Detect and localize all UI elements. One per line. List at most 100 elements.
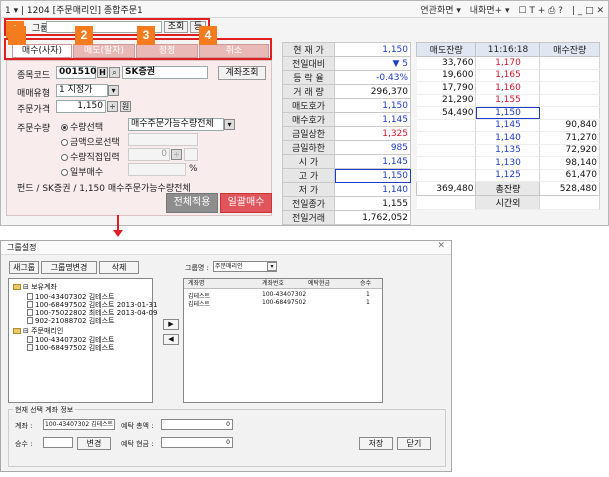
quote-row: 전일거래 1,762,052 xyxy=(282,210,411,225)
price-stepper[interactable]: ÷ xyxy=(107,101,118,112)
group-settings-dialog: 그룹설정 ✕ 새그룹 그룹명변경 삭제 ⊟ 보유계좌 100-43407302 김… xyxy=(0,240,452,472)
account-icon xyxy=(27,293,33,300)
account-query-button[interactable]: 계좌조회 xyxy=(218,66,266,80)
quote-label: 전일거래 xyxy=(282,210,335,225)
new-group-button[interactable]: 새그룹 xyxy=(9,261,39,274)
quote-label: 현 재 가 xyxy=(282,42,335,57)
stock-name-field: SK증권 xyxy=(122,66,208,79)
quote-label: 시 가 xyxy=(282,154,335,169)
account-tree[interactable]: ⊟ 보유계좌 100-43407302 김테스트 100-68497502 김테스트… xyxy=(8,278,157,403)
search-icon[interactable]: ⌕ xyxy=(109,67,120,78)
folder-icon xyxy=(13,284,21,290)
quote-value: 1,150 xyxy=(334,168,411,183)
bid-row[interactable]: 1,130 98,140 xyxy=(416,156,600,170)
quote-value: 985 xyxy=(334,140,411,155)
quote-row: 저 가 1,140 xyxy=(282,182,411,197)
tab-buy[interactable]: 매수(사자) xyxy=(12,44,72,58)
grid-cell-multiplier: 1 xyxy=(366,299,370,306)
quote-row: 매도호가 1,150 xyxy=(282,98,411,113)
ask-empty xyxy=(539,94,600,107)
close-icon[interactable]: ✕ xyxy=(437,241,445,251)
tab-cancel[interactable]: 취소 xyxy=(199,44,269,58)
qty-extra-field[interactable] xyxy=(184,148,198,161)
tree-folder[interactable]: ⊟ 보유계좌 xyxy=(13,282,57,292)
quote-label: 거 래 량 xyxy=(282,84,335,99)
tree-account[interactable]: 902-21088702 김테스트 xyxy=(27,316,115,326)
my-screen-menu[interactable]: 내화면+ ▾ xyxy=(470,6,510,16)
quote-row: 현 재 가 1,150 xyxy=(282,42,411,57)
apply-all-button[interactable]: 전체적용 xyxy=(166,193,218,213)
radio-off-icon xyxy=(61,139,68,146)
rename-group-button[interactable]: 그룹명변경 xyxy=(41,261,97,274)
toolbar-icons[interactable]: ☐ T + ⎙ ? xyxy=(518,6,563,16)
query-button[interactable]: 조회 xyxy=(164,21,188,33)
save-button[interactable]: 저장 xyxy=(359,437,393,450)
badge-2: 2 xyxy=(75,26,93,45)
arrow-down-icon xyxy=(113,230,123,237)
ask-row[interactable]: 17,790 1,160 xyxy=(416,81,600,95)
info-title: 현재 선택 계좌 정보 xyxy=(13,405,76,415)
account-icon xyxy=(27,301,33,308)
total-bid: 528,480 xyxy=(539,181,600,196)
window-controls[interactable]: | _ □ ✕ xyxy=(572,6,604,16)
orderbook-header: 매도잔량 11:16:18 매수잔량 xyxy=(415,42,600,57)
price-input[interactable]: 1,150 xyxy=(56,100,106,113)
amount-input[interactable] xyxy=(128,133,198,146)
quote-value: 1,145 xyxy=(334,154,411,169)
quote-label: 전일대비 xyxy=(282,56,335,71)
ask-row[interactable]: 54,490 1,150 xyxy=(416,106,600,120)
code-input[interactable]: 001510 xyxy=(56,66,97,79)
qty-stepper[interactable]: ÷ xyxy=(171,149,182,160)
radio-direct-qty[interactable]: 수량직접입력 xyxy=(61,150,120,163)
ask-qty: 54,490 xyxy=(416,106,477,120)
move-left-button[interactable]: ◀ xyxy=(163,334,179,345)
bid-price: 1,130 xyxy=(475,156,541,170)
chevron-down-icon[interactable]: ▾ xyxy=(267,262,277,271)
bid-row[interactable]: 1,135 72,920 xyxy=(416,144,600,157)
linked-screen-menu[interactable]: 연관화면 ▾ xyxy=(420,6,461,16)
type-select[interactable]: 1 지정가 xyxy=(56,84,108,97)
bid-row[interactable]: 1,140 71,270 xyxy=(416,131,600,145)
quote-row: 시 가 1,145 xyxy=(282,154,411,169)
orderbook-table: 매도잔량 11:16:18 매수잔량 33,760 1,170 19,600 1,165 17… xyxy=(415,42,600,210)
bid-empty xyxy=(416,119,477,132)
group-accounts-grid[interactable]: 계좌명 계좌번호 예탁현금 승수 김테스트 100-43407302 1 김테스트 10… xyxy=(183,278,383,403)
header-ask-qty: 매도잔량 xyxy=(415,42,477,57)
tree-account[interactable]: 100-68497502 김테스트 xyxy=(27,343,115,353)
close-button[interactable]: 닫기 xyxy=(397,437,431,450)
delete-group-button[interactable]: 삭제 xyxy=(99,261,139,274)
qty-mode-select[interactable]: 매수주문가능수량전체 xyxy=(128,118,224,131)
bid-price: 1,135 xyxy=(475,144,541,157)
grid-header-name: 계좌명 xyxy=(188,280,205,287)
quote-label: 고 가 xyxy=(282,168,335,183)
tab-sell[interactable]: 매도(팔자) xyxy=(73,44,135,58)
partial-input[interactable] xyxy=(128,163,186,176)
chevron-down-icon[interactable]: ▾ xyxy=(224,119,235,130)
tab-modify[interactable]: 정정 xyxy=(136,44,198,58)
ask-empty xyxy=(539,106,600,120)
quote-label: 전일종가 xyxy=(282,196,335,211)
ask-row[interactable]: 21,290 1,155 xyxy=(416,94,600,107)
bid-qty: 72,920 xyxy=(539,144,600,157)
deposit-total-field: 0 xyxy=(161,419,233,430)
change-button[interactable]: 변경 xyxy=(77,437,111,450)
quote-value: 1,150 xyxy=(334,98,411,113)
grid-header-deposit: 예탁현금 xyxy=(308,280,331,287)
chevron-down-icon[interactable]: ▾ xyxy=(108,85,119,96)
direct-qty-input[interactable]: 0 xyxy=(128,148,170,161)
ask-row[interactable]: 19,600 1,165 xyxy=(416,69,600,82)
move-right-button[interactable]: ▶ xyxy=(163,319,179,330)
radio-amount[interactable]: 금액으로선택 xyxy=(61,135,120,148)
bulk-buy-button[interactable]: 일괄매수 xyxy=(220,193,272,213)
grid-cell-name: 김테스트 xyxy=(188,301,211,308)
ask-row[interactable]: 33,760 1,170 xyxy=(416,56,600,70)
h-button[interactable]: H xyxy=(97,67,108,78)
bid-row[interactable]: 1,125 61,470 xyxy=(416,169,600,182)
bid-row[interactable]: 1,145 90,840 xyxy=(416,119,600,132)
radio-partial[interactable]: 일부매수 xyxy=(61,165,103,178)
radio-qty-select[interactable]: 수량선택 xyxy=(61,120,103,133)
multiplier-input[interactable] xyxy=(43,437,73,448)
won-button[interactable]: 원 xyxy=(120,101,131,112)
bid-empty xyxy=(416,131,477,145)
quote-label: 금일하한 xyxy=(282,140,335,155)
